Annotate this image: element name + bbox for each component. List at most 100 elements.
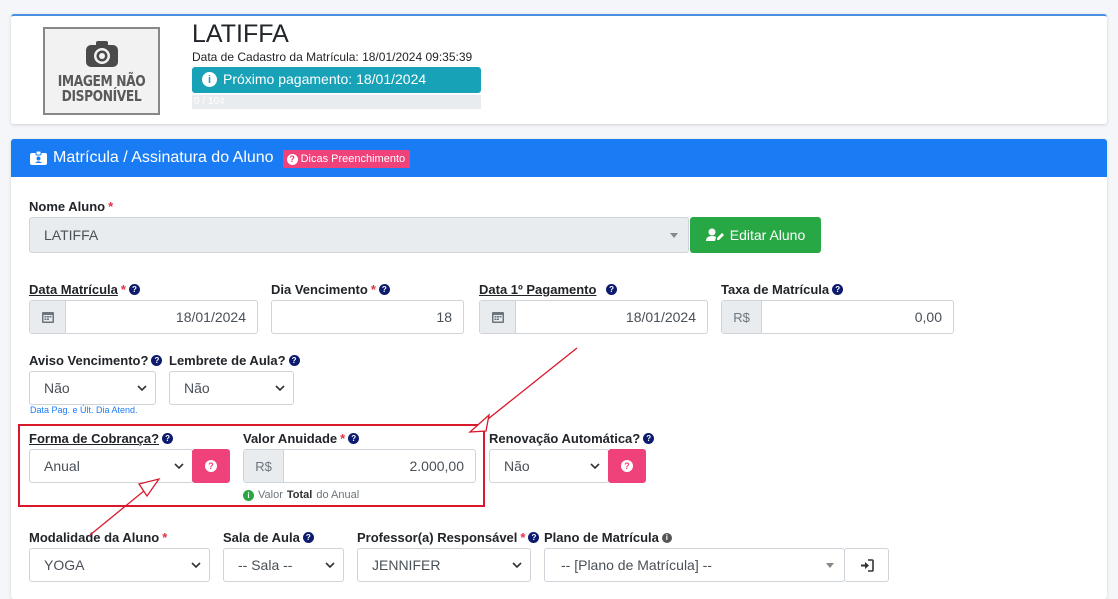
- help-icon[interactable]: ?: [151, 355, 163, 366]
- help-icon[interactable]: ?: [128, 284, 140, 295]
- chevron-down-icon: [590, 463, 600, 469]
- nome-aluno-label: Nome Aluno *: [29, 199, 113, 214]
- data-matricula-input[interactable]: 18/01/2024: [29, 300, 258, 334]
- data-matricula-label: Data Matrícula *?: [29, 282, 140, 297]
- nome-aluno-value: LATIFFA: [44, 227, 99, 243]
- renovacao-help-button[interactable]: ?: [608, 449, 646, 483]
- help-icon[interactable]: ?: [288, 355, 300, 366]
- data-primeiro-pagamento-label: Data 1º Pagamento ?: [479, 282, 618, 297]
- help-icon[interactable]: ?: [302, 532, 314, 543]
- dia-vencimento-label-text: Dia Vencimento: [271, 282, 368, 297]
- modalidade-value: YOGA: [44, 557, 85, 573]
- required-asterisk: *: [162, 530, 168, 545]
- professor-select[interactable]: JENNIFER: [357, 548, 531, 582]
- caret-down-icon: [670, 232, 678, 238]
- professor-label: Professor(a) Responsável *?: [357, 530, 540, 545]
- renovacao-automatica-label-text: Renovação Automática?: [489, 431, 641, 446]
- dia-vencimento-input[interactable]: 18: [271, 300, 464, 334]
- taxa-matricula-input[interactable]: R$ 0,00: [721, 300, 954, 334]
- calendar-icon: [480, 301, 516, 333]
- chevron-down-icon: [512, 562, 522, 568]
- help-icon[interactable]: ?: [643, 433, 655, 444]
- currency-addon: R$: [722, 301, 762, 333]
- required-asterisk: *: [520, 530, 526, 545]
- student-name: LATIFFA: [192, 20, 289, 48]
- required-asterisk: *: [120, 282, 126, 297]
- aviso-vencimento-label-text: Aviso Vencimento?: [29, 353, 149, 368]
- info-icon: i: [202, 72, 217, 87]
- caret-down-icon: [826, 562, 834, 568]
- renovacao-automatica-select[interactable]: Não: [489, 449, 609, 483]
- plano-matricula-label: Plano de Matrícula i: [544, 530, 672, 545]
- aviso-vencimento-note: Data Pag. e Últ. Dia Atend.: [30, 405, 138, 415]
- card-header: Matrícula / Assinatura do Aluno ? Dicas …: [11, 139, 1107, 177]
- lembrete-aula-label-text: Lembrete de Aula?: [169, 353, 286, 368]
- edit-student-button[interactable]: Editar Aluno: [690, 217, 821, 253]
- data-matricula-value: 18/01/2024: [175, 309, 246, 325]
- plano-matricula-label-text: Plano de Matrícula: [544, 530, 659, 545]
- nome-aluno-label-text: Nome Aluno: [29, 199, 106, 214]
- question-icon: ?: [621, 460, 633, 472]
- chevron-down-icon: [191, 562, 201, 568]
- required-asterisk: *: [370, 282, 376, 297]
- data-matricula-label-text: Data Matrícula: [29, 282, 118, 297]
- taxa-matricula-value: 0,00: [914, 309, 942, 325]
- help-icon[interactable]: ?: [378, 284, 390, 295]
- question-icon: ?: [286, 153, 298, 165]
- dia-vencimento-value: 18: [436, 309, 452, 325]
- sala-aula-label-text: Sala de Aula: [223, 530, 300, 545]
- id-card-icon: [30, 151, 47, 165]
- progress-text: 0 / 104: [194, 96, 225, 107]
- aviso-vencimento-label: Aviso Vencimento??: [29, 353, 163, 368]
- plano-matricula-value: -- [Plano de Matrícula] --: [561, 557, 712, 573]
- data-primeiro-pagamento-value: 18/01/2024: [625, 309, 696, 325]
- data-primeiro-pagamento-label-text: Data 1º Pagamento: [479, 282, 597, 297]
- lessons-progress-bar: 0 / 104: [192, 95, 481, 109]
- plano-matricula-select[interactable]: -- [Plano de Matrícula] --: [544, 548, 845, 582]
- sala-aula-select[interactable]: -- Sala --: [223, 548, 344, 582]
- tips-badge[interactable]: ? Dicas Preenchimento: [282, 150, 411, 168]
- modalidade-select[interactable]: YOGA: [29, 548, 210, 582]
- calendar-icon: [30, 301, 66, 333]
- camera-icon: [85, 41, 118, 67]
- registration-date: Data de Cadastro da Matrícula: 18/01/202…: [192, 50, 473, 64]
- renovacao-automatica-label: Renovação Automática??: [489, 431, 655, 446]
- dia-vencimento-label: Dia Vencimento *?: [271, 282, 390, 297]
- card-title: Matrícula / Assinatura do Aluno: [53, 149, 274, 166]
- data-primeiro-pagamento-input[interactable]: 18/01/2024: [479, 300, 708, 334]
- help-icon[interactable]: ?: [606, 284, 618, 295]
- next-payment-text: Próximo pagamento: 18/01/2024: [223, 71, 427, 87]
- nome-aluno-select[interactable]: LATIFFA: [29, 217, 689, 253]
- info-icon[interactable]: i: [661, 532, 672, 543]
- photo-placeholder-text: IMAGEM NÃO DISPONÍVEL: [57, 72, 146, 105]
- chevron-down-icon: [137, 385, 147, 391]
- modalidade-label-text: Modalidade da Aluno: [29, 530, 160, 545]
- user-edit-icon: [705, 228, 724, 241]
- professor-label-text: Professor(a) Responsável: [357, 530, 518, 545]
- renovacao-automatica-value: Não: [504, 458, 530, 474]
- plano-matricula-action-button[interactable]: [844, 548, 889, 582]
- professor-value: JENNIFER: [372, 557, 441, 573]
- student-header-card: IMAGEM NÃO DISPONÍVEL LATIFFA Data de Ca…: [11, 14, 1107, 124]
- highlight-box: [18, 424, 485, 507]
- help-icon[interactable]: ?: [832, 284, 844, 295]
- lembrete-aula-value: Não: [184, 380, 210, 396]
- edit-student-label: Editar Aluno: [729, 227, 806, 243]
- sala-aula-label: Sala de Aula?: [223, 530, 314, 545]
- help-icon[interactable]: ?: [528, 532, 540, 543]
- taxa-matricula-label: Taxa de Matrícula?: [721, 282, 844, 297]
- lembrete-aula-label: Lembrete de Aula??: [169, 353, 300, 368]
- sala-aula-value: -- Sala --: [238, 557, 293, 573]
- chevron-down-icon: [325, 562, 335, 568]
- modalidade-label: Modalidade da Aluno *: [29, 530, 167, 545]
- sign-in-icon: [860, 558, 874, 572]
- aviso-vencimento-select[interactable]: Não: [29, 371, 156, 405]
- tips-badge-label: Dicas Preenchimento: [300, 153, 406, 165]
- taxa-matricula-label-text: Taxa de Matrícula: [721, 282, 830, 297]
- chevron-down-icon: [275, 385, 285, 391]
- next-payment-alert: i Próximo pagamento: 18/01/2024: [192, 67, 481, 93]
- aviso-vencimento-value: Não: [44, 380, 70, 396]
- required-asterisk: *: [108, 199, 114, 214]
- lembrete-aula-select[interactable]: Não: [169, 371, 294, 405]
- student-photo-placeholder: IMAGEM NÃO DISPONÍVEL: [43, 27, 160, 115]
